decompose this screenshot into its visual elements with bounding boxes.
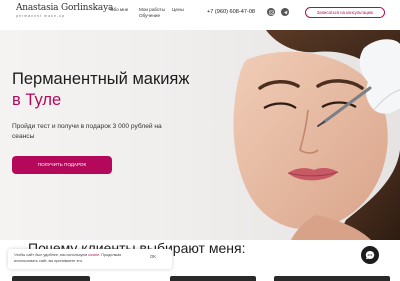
telegram-icon[interactable] <box>281 8 289 16</box>
gallery-card[interactable] <box>12 276 90 281</box>
nav-about-label: Обо мне <box>110 7 129 12</box>
hero-photo <box>233 30 400 240</box>
get-gift-button[interactable]: ПОЛУЧИТЬ ПОДАРОК <box>12 156 112 174</box>
consultation-button[interactable]: Записаться на консультацию <box>305 7 385 18</box>
nav-training-label[interactable]: Обучение <box>139 13 165 19</box>
site-header: Anastasia Gorlinskaya permanent make-up … <box>0 0 400 30</box>
nav-prices[interactable]: Цены <box>172 7 184 13</box>
chat-button[interactable] <box>361 246 379 264</box>
logo-subtitle: permanent make-up <box>16 14 66 18</box>
nav-prices-label: Цены <box>172 7 184 12</box>
cookie-ok-button[interactable]: OK <box>150 254 156 259</box>
gallery-card[interactable] <box>170 276 256 281</box>
nav-works-label[interactable]: Мои работы <box>139 7 165 13</box>
nav-works-training[interactable]: Мои работы Обучение <box>139 7 165 18</box>
cookie-text-before: Чтобы сайт был удобнее, мы используем <box>14 253 89 257</box>
logo[interactable]: Anastasia Gorlinskaya permanent make-up <box>16 3 114 18</box>
cookie-text: Чтобы сайт был удобнее, мы используем co… <box>14 253 144 264</box>
hero-section: Перманентный макияж в Туле Пройди тест и… <box>0 30 400 240</box>
logo-name: Anastasia Gorlinskaya <box>16 3 114 13</box>
hero-title: Перманентный макияж <box>12 70 190 88</box>
cookie-banner: Чтобы сайт был удобнее, мы используем co… <box>8 249 172 269</box>
cookie-link[interactable]: cookie <box>88 253 99 257</box>
hero-subtitle: Пройди тест и получи в подарок 3 000 руб… <box>12 123 162 140</box>
phone-link[interactable]: +7 (960) 608-47-08 <box>207 9 255 15</box>
instagram-icon[interactable] <box>267 8 275 16</box>
nav-about[interactable]: Обо мне <box>110 7 128 13</box>
chat-icon <box>365 251 375 260</box>
gallery-card[interactable] <box>274 276 390 281</box>
hero-title-accent: в Туле <box>12 91 62 109</box>
